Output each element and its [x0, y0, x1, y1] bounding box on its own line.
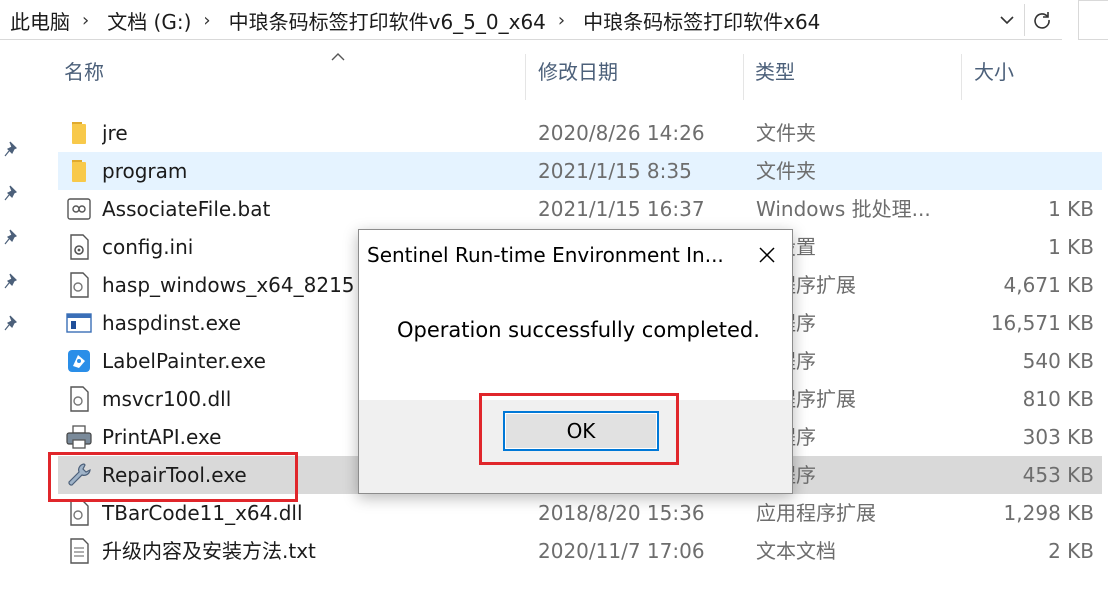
file-size: 540 KB: [1022, 349, 1094, 373]
file-date: 2020/11/7 17:06: [538, 539, 705, 563]
dialog-message: Operation successfully completed.: [397, 318, 760, 342]
column-header-type[interactable]: 类型: [745, 40, 959, 100]
file-name: hasp_windows_x64_8215: [102, 273, 355, 297]
config-file-icon: [70, 234, 89, 260]
breadcrumb: 此电脑 › 文档 (G:) › 中琅条码标签打印软件v6_5_0_x64 › 中…: [0, 0, 826, 40]
breadcrumb-item-current[interactable]: 中琅条码标签打印软件x64: [571, 6, 826, 35]
breadcrumb-item-folder[interactable]: 中琅条码标签打印软件v6_5_0_x64: [217, 6, 552, 35]
file-size: 2 KB: [1048, 539, 1094, 563]
file-size: 810 KB: [1022, 387, 1094, 411]
breadcrumb-item-drive[interactable]: 文档 (G:): [95, 6, 197, 35]
file-name: AssociateFile.bat: [102, 197, 271, 221]
file-date: 2021/1/15 8:35: [538, 159, 692, 183]
address-bar[interactable]: 此电脑 › 文档 (G:) › 中琅条码标签打印软件v6_5_0_x64 › 中…: [0, 0, 1062, 40]
file-date: 2018/8/20 15:36: [538, 501, 705, 525]
file-row[interactable]: 升级内容及安装方法.txt 2020/11/7 17:06 文本文档 2 KB: [58, 532, 1102, 570]
file-size: [958, 114, 1094, 152]
breadcrumb-separator[interactable]: ›: [552, 10, 571, 31]
file-type: 文本文档: [756, 539, 836, 563]
file-type: 应用程序扩展: [756, 501, 876, 525]
file-size: 1 KB: [1048, 235, 1094, 259]
pin-icon[interactable]: [3, 314, 21, 332]
pin-icon[interactable]: [3, 228, 21, 246]
dialog-close-button[interactable]: [752, 240, 782, 270]
column-header-row: 名称 修改日期 类型 大小: [48, 40, 1108, 100]
file-row[interactable]: AssociateFile.bat 2021/1/15 16:37 Window…: [58, 190, 1102, 228]
file-name: 升级内容及安装方法.txt: [102, 539, 316, 563]
file-name: msvcr100.dll: [102, 387, 232, 411]
folder-icon: [72, 122, 86, 144]
folder-icon: [72, 160, 86, 182]
file-size: 16,571 KB: [990, 311, 1094, 335]
file-type: Windows 批处理...: [756, 197, 931, 221]
dialog-body: Operation successfully completed.: [359, 280, 792, 400]
dialog-titlebar[interactable]: Sentinel Run-time Environment In...: [359, 230, 792, 280]
file-date: 2020/8/26 14:26: [538, 121, 705, 145]
file-size: 453 KB: [1022, 463, 1094, 487]
column-header-size[interactable]: 大小: [964, 40, 1104, 100]
column-divider[interactable]: [525, 54, 526, 100]
exe-app-icon: [66, 313, 92, 333]
file-row[interactable]: jre 2020/8/26 14:26 文件夹: [58, 114, 1102, 152]
file-date: 2021/1/15 16:37: [538, 197, 705, 221]
file-type: 文件夹: [756, 121, 816, 145]
annotation-highlight-repairtool: [48, 452, 298, 502]
file-row[interactable]: program 2021/1/15 8:35 文件夹: [58, 152, 1102, 190]
dialog-title: Sentinel Run-time Environment In...: [367, 243, 724, 267]
column-header-name[interactable]: 名称: [54, 40, 524, 100]
dll-file-icon: [70, 272, 89, 298]
file-name: PrintAPI.exe: [102, 425, 222, 449]
dll-file-icon: [70, 500, 89, 526]
ok-button[interactable]: OK: [503, 411, 659, 451]
batch-file-icon: [67, 198, 91, 220]
refresh-icon: [1033, 12, 1050, 29]
address-history-dropdown[interactable]: [992, 4, 1022, 36]
file-name: jre: [102, 121, 128, 145]
column-divider[interactable]: [743, 54, 744, 100]
pin-icon[interactable]: [3, 272, 21, 290]
file-size: 4,671 KB: [1003, 273, 1094, 297]
column-divider[interactable]: [961, 54, 962, 100]
file-size: 1,298 KB: [1003, 501, 1094, 525]
breadcrumb-separator[interactable]: ›: [197, 10, 216, 31]
dll-file-icon: [70, 386, 89, 412]
file-size: 1 KB: [1048, 197, 1094, 221]
column-header-date[interactable]: 修改日期: [528, 40, 742, 100]
chevron-down-icon: [1000, 16, 1014, 25]
file-name: LabelPainter.exe: [102, 349, 266, 373]
file-name: program: [102, 159, 188, 183]
navigation-pane: [0, 40, 30, 592]
file-name: config.ini: [102, 235, 194, 259]
printer-icon: [66, 425, 92, 449]
message-dialog: Sentinel Run-time Environment In... Oper…: [358, 229, 793, 494]
file-size: 303 KB: [1022, 425, 1094, 449]
close-icon: [759, 247, 775, 263]
file-type: 文件夹: [756, 159, 816, 183]
search-input[interactable]: [1078, 0, 1108, 40]
file-name: haspdinst.exe: [102, 311, 242, 335]
file-size: [958, 152, 1094, 190]
pin-icon[interactable]: [3, 140, 21, 158]
label-painter-icon: [68, 350, 90, 372]
breadcrumb-item-this-pc[interactable]: 此电脑: [0, 6, 76, 35]
refresh-button[interactable]: [1024, 4, 1058, 36]
text-file-icon: [70, 538, 89, 564]
breadcrumb-separator[interactable]: ›: [76, 10, 95, 31]
pin-icon[interactable]: [3, 184, 21, 202]
